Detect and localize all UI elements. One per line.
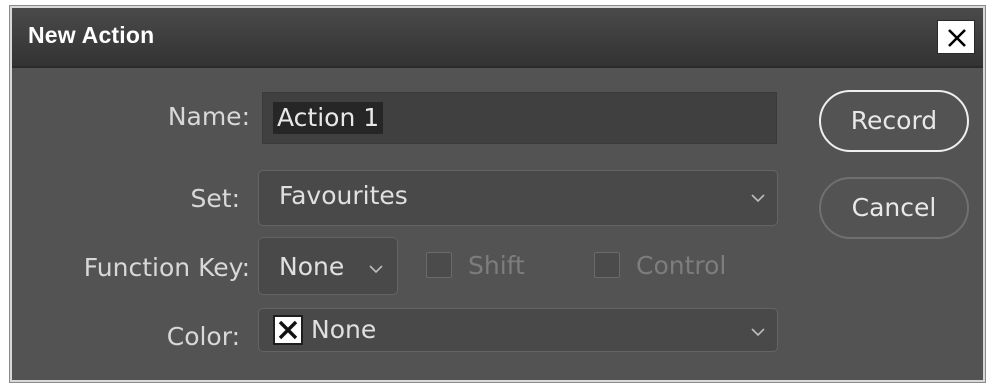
shift-checkbox[interactable] <box>426 252 452 278</box>
close-button[interactable] <box>937 20 975 54</box>
chevron-down-icon <box>751 194 765 203</box>
control-checkbox[interactable] <box>594 252 620 278</box>
color-dropdown[interactable]: None <box>258 308 778 352</box>
new-action-dialog: New Action Name: Action 1 Set: Favourite… <box>10 6 985 382</box>
record-button[interactable]: Record <box>819 90 969 152</box>
function-key-label: Function Key: <box>83 253 250 282</box>
title-bar[interactable]: New Action <box>12 8 983 68</box>
close-icon <box>948 29 966 47</box>
dialog-title: New Action <box>28 22 155 48</box>
control-label: Control <box>636 251 727 280</box>
function-key-dropdown[interactable]: None <box>258 237 398 295</box>
name-input[interactable]: Action 1 <box>262 92 777 144</box>
name-input-value: Action 1 <box>273 102 384 134</box>
set-dropdown-value: Favourites <box>279 181 408 210</box>
set-dropdown[interactable]: Favourites <box>258 170 778 226</box>
function-key-value: None <box>279 252 345 281</box>
shift-label: Shift <box>468 251 525 280</box>
chevron-down-icon <box>369 265 383 274</box>
color-dropdown-value: None <box>311 315 377 344</box>
chevron-down-icon <box>751 328 765 337</box>
name-label: Name: <box>167 102 250 131</box>
set-label: Set: <box>190 184 240 213</box>
color-label: Color: <box>166 322 240 351</box>
cancel-button[interactable]: Cancel <box>819 177 969 239</box>
x-box-icon <box>273 315 303 345</box>
